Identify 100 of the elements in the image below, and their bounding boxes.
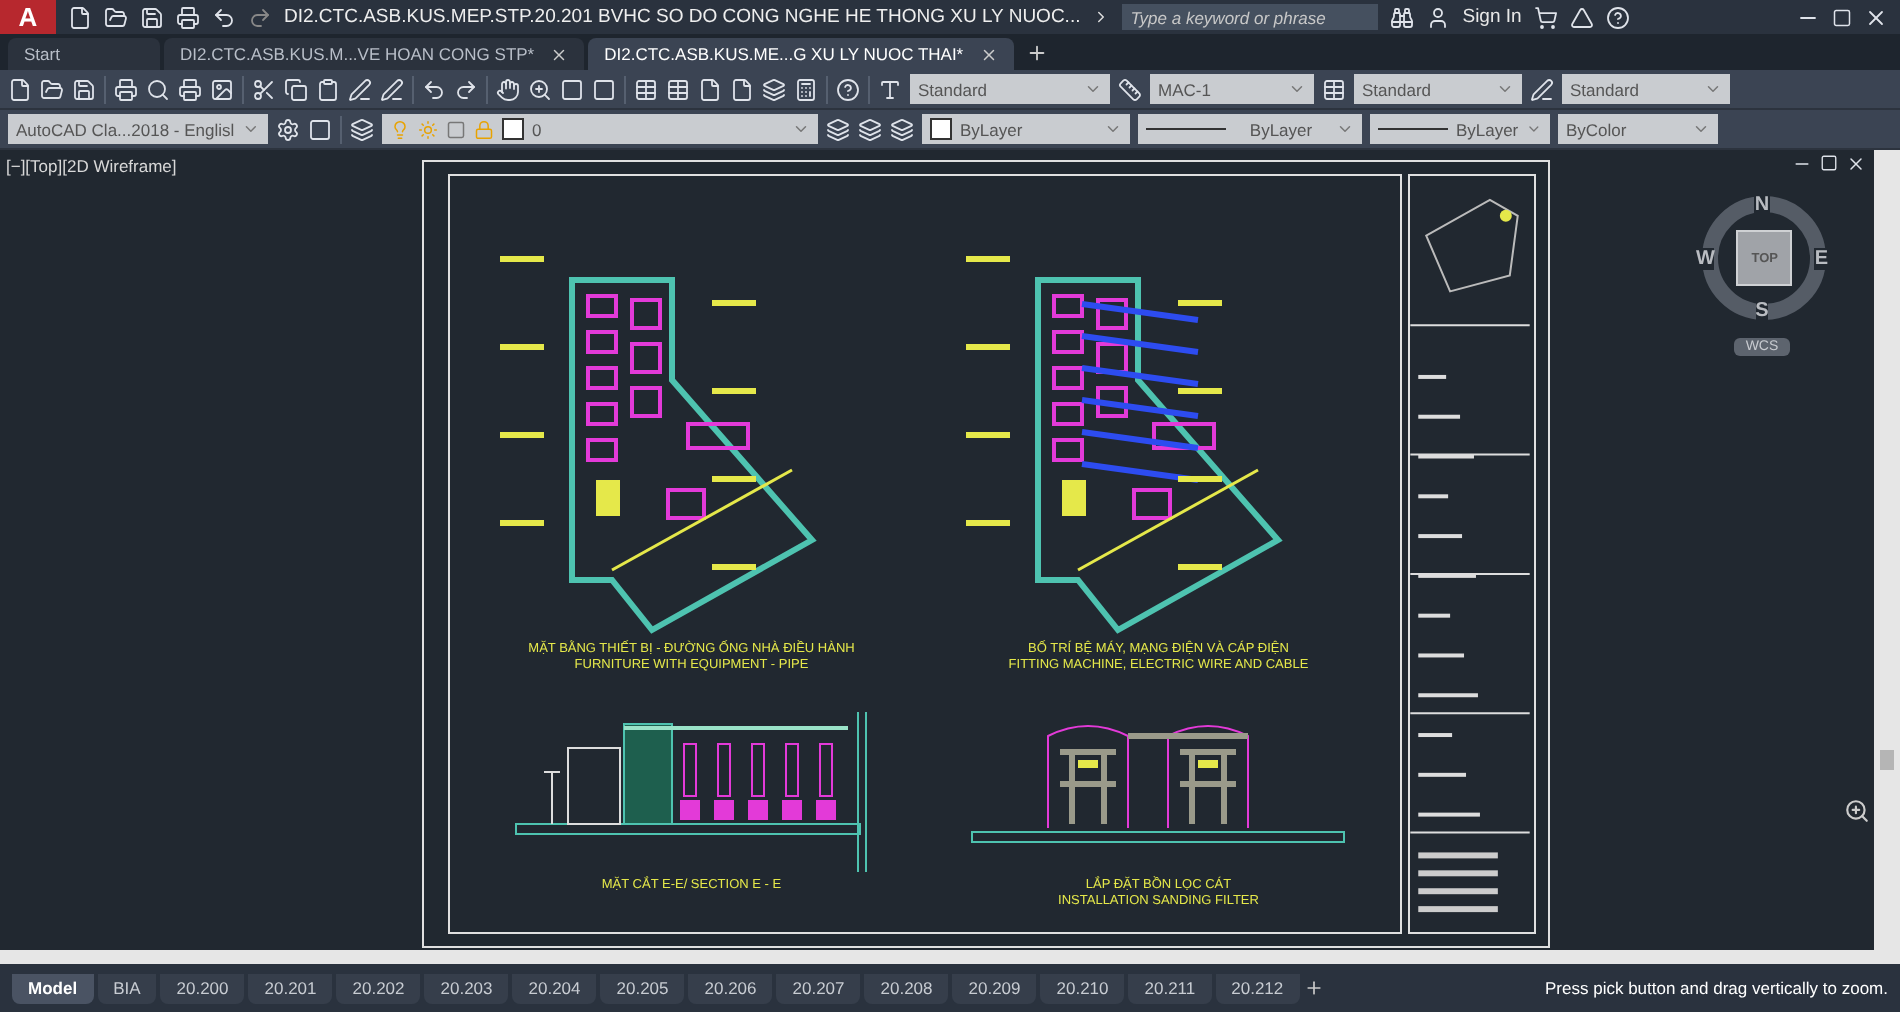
table-icon[interactable] bbox=[634, 77, 658, 101]
compass-north[interactable]: N bbox=[1754, 194, 1770, 216]
layer-previous-icon[interactable] bbox=[890, 117, 914, 141]
caret-icon bbox=[1692, 120, 1710, 138]
close-icon[interactable] bbox=[1846, 154, 1866, 174]
app-logo[interactable]: A bbox=[0, 0, 56, 34]
text-style-dropdown[interactable]: Standard bbox=[910, 74, 1110, 104]
lineweight-dropdown[interactable]: ByLayer bbox=[1370, 114, 1550, 144]
save-icon[interactable] bbox=[140, 5, 164, 29]
layout-tab[interactable]: 20.201 bbox=[248, 973, 333, 1003]
folder-icon[interactable] bbox=[104, 5, 128, 29]
help-icon[interactable] bbox=[836, 77, 860, 101]
binoculars-icon[interactable] bbox=[1390, 5, 1415, 29]
undo-icon[interactable] bbox=[422, 77, 446, 101]
zoom-icon[interactable] bbox=[528, 77, 552, 101]
zoom-icon[interactable] bbox=[1844, 798, 1870, 824]
image-icon[interactable] bbox=[210, 77, 234, 101]
color-dropdown[interactable]: ByLayer bbox=[922, 114, 1130, 144]
copy-icon[interactable] bbox=[284, 77, 308, 101]
linetype-dropdown[interactable]: ByLayer bbox=[1138, 114, 1362, 144]
sheet-icon[interactable] bbox=[698, 77, 722, 101]
scroll-thumb[interactable] bbox=[1880, 750, 1894, 770]
caret-icon bbox=[1336, 120, 1354, 138]
pen-icon[interactable] bbox=[348, 77, 372, 101]
layers-icon[interactable] bbox=[762, 77, 786, 101]
layout-tab[interactable]: 20.204 bbox=[512, 973, 597, 1003]
layout-tab[interactable]: 20.205 bbox=[600, 973, 685, 1003]
calculator-icon[interactable] bbox=[794, 77, 818, 101]
close-icon[interactable] bbox=[550, 45, 569, 63]
vertical-scrollbar[interactable] bbox=[1874, 150, 1900, 964]
layout-tab[interactable]: 20.209 bbox=[952, 973, 1037, 1003]
status-message: Press pick button and drag vertically to zoom. bbox=[1545, 978, 1888, 998]
caret-icon bbox=[1104, 120, 1122, 138]
workspace-dropdown[interactable]: AutoCAD Cla...2018 - Englisl bbox=[8, 114, 268, 144]
new-file-icon[interactable] bbox=[8, 77, 32, 101]
table-style-dropdown[interactable]: Standard bbox=[1354, 74, 1522, 104]
close-icon[interactable] bbox=[1864, 5, 1888, 29]
layer-match-icon[interactable] bbox=[858, 117, 882, 141]
horizontal-scrollbar[interactable] bbox=[0, 950, 1874, 964]
document-icon[interactable] bbox=[730, 77, 754, 101]
print-icon[interactable] bbox=[178, 77, 202, 101]
layout-tab[interactable]: 20.200 bbox=[160, 973, 245, 1003]
file-tab[interactable]: DI2.CTC.ASB.KUS.M...VE HOAN CONG STP* bbox=[164, 38, 585, 70]
caret-icon bbox=[1496, 80, 1514, 98]
grid-icon[interactable] bbox=[666, 77, 690, 101]
color-swatch bbox=[502, 118, 524, 140]
user-icon[interactable] bbox=[1426, 5, 1451, 29]
folder-icon[interactable] bbox=[40, 77, 64, 101]
new-file-icon[interactable] bbox=[68, 5, 92, 29]
paste-icon[interactable] bbox=[316, 77, 340, 101]
viewport-label[interactable]: [−][Top][2D Wireframe] bbox=[6, 156, 177, 176]
window-title: DI2.CTC.ASB.KUS.MEP.STP.20.201 BVHC SO DO CONG NGHE HE THONG XU LY NUOC... bbox=[284, 6, 1081, 28]
search-field[interactable]: Type a keyword or phrase bbox=[1122, 4, 1379, 30]
layout-tab[interactable]: 20.211 bbox=[1128, 973, 1212, 1003]
restore-icon[interactable] bbox=[1832, 7, 1852, 27]
print-icon[interactable] bbox=[176, 5, 200, 29]
plot-style-dropdown[interactable]: ByColor bbox=[1558, 114, 1718, 144]
compass-south[interactable]: S bbox=[1755, 300, 1769, 322]
redo-icon[interactable] bbox=[248, 5, 272, 29]
layout-tab[interactable]: 20.208 bbox=[864, 973, 949, 1003]
layout-tab[interactable]: 20.212 bbox=[1215, 973, 1300, 1003]
color-swatch bbox=[930, 118, 952, 140]
file-tab[interactable]: DI2.CTC.ASB.KUS.ME...G XU LY NUOC THAI* bbox=[588, 38, 1014, 70]
layer-dropdown[interactable]: 0 bbox=[382, 114, 818, 144]
layout-tab[interactable]: BIA bbox=[97, 973, 157, 1003]
text-style-icon[interactable] bbox=[878, 77, 902, 101]
dimension-icon[interactable] bbox=[1118, 77, 1142, 101]
layout-tab[interactable]: 20.210 bbox=[1040, 973, 1125, 1003]
layout-tab[interactable]: 20.206 bbox=[688, 973, 773, 1003]
cart-icon[interactable] bbox=[1533, 5, 1558, 29]
close-icon[interactable] bbox=[979, 45, 998, 63]
add-tab-icon[interactable] bbox=[1025, 42, 1048, 64]
add-layout-icon[interactable] bbox=[1303, 978, 1324, 998]
line-sample bbox=[1146, 128, 1226, 130]
print-icon[interactable] bbox=[114, 77, 138, 101]
layer-state-icon[interactable] bbox=[826, 117, 850, 141]
preview-icon[interactable] bbox=[146, 77, 170, 101]
save-icon[interactable] bbox=[72, 77, 96, 101]
settings-icon[interactable] bbox=[276, 117, 300, 141]
sign-in-link[interactable]: Sign In bbox=[1462, 6, 1522, 28]
caret-icon bbox=[242, 120, 260, 138]
cut-icon[interactable] bbox=[252, 77, 276, 101]
leader-style-dropdown[interactable]: Standard bbox=[1562, 74, 1730, 104]
layout-tab[interactable]: 20.207 bbox=[776, 973, 861, 1003]
help-icon[interactable] bbox=[1605, 5, 1630, 29]
restore-icon[interactable] bbox=[1820, 154, 1838, 172]
undo-icon[interactable] bbox=[212, 5, 236, 29]
compass-east[interactable]: E bbox=[1814, 247, 1829, 269]
pan-icon[interactable] bbox=[496, 77, 520, 101]
caret-icon bbox=[1084, 80, 1102, 98]
layout-tab[interactable]: Model bbox=[12, 973, 94, 1003]
compass-west[interactable]: W bbox=[1695, 247, 1715, 269]
triangle-icon[interactable] bbox=[1569, 5, 1594, 29]
dimension-style-dropdown[interactable]: MAC-1 bbox=[1150, 74, 1314, 104]
redo-icon[interactable] bbox=[454, 77, 478, 101]
layers-icon[interactable] bbox=[350, 117, 374, 141]
table-style-icon[interactable] bbox=[1322, 77, 1346, 101]
layout-tab[interactable]: 20.202 bbox=[336, 973, 421, 1003]
layout-tab[interactable]: 20.203 bbox=[424, 973, 509, 1003]
file-tab[interactable]: Start bbox=[8, 38, 160, 70]
